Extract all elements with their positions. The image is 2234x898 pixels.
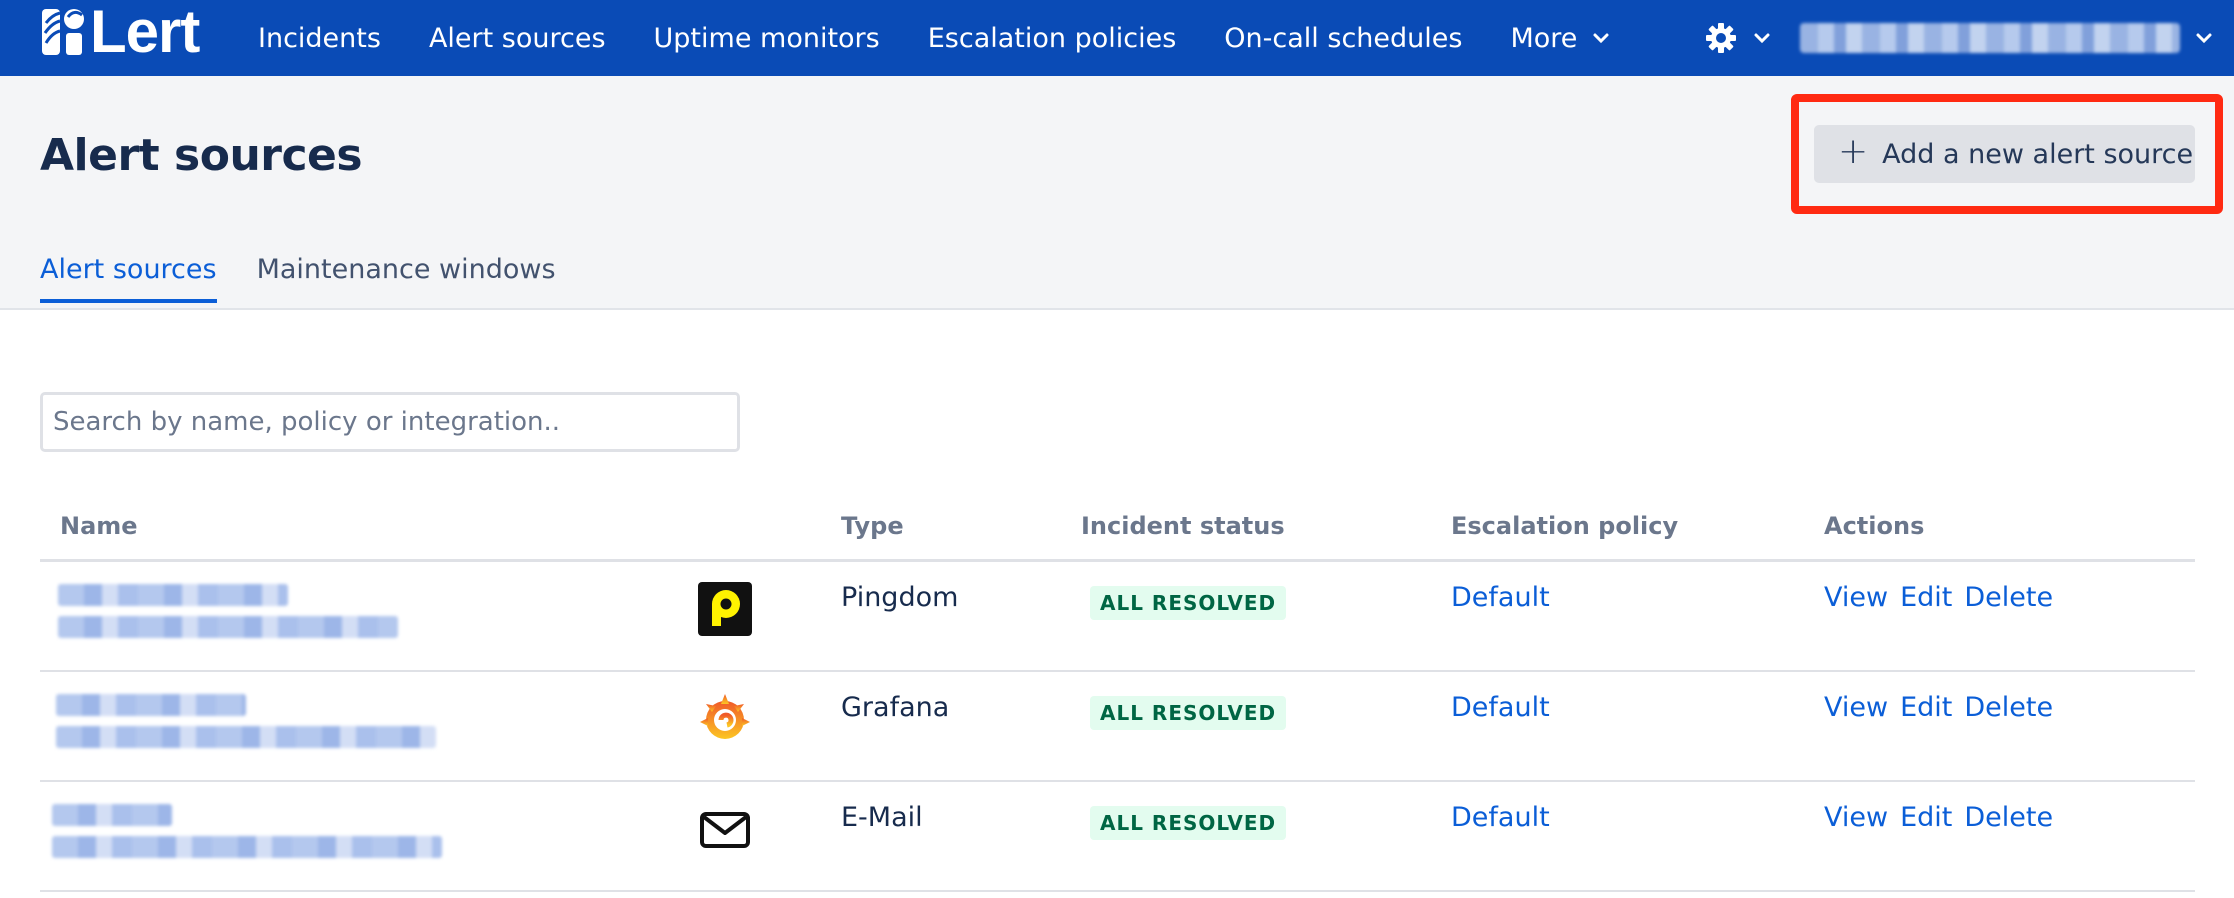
edit-link[interactable]: Edit bbox=[1900, 802, 1952, 833]
column-header-actions: Actions bbox=[1824, 512, 1925, 540]
delete-link[interactable]: Delete bbox=[1964, 802, 2053, 833]
alert-source-type: Pingdom bbox=[841, 582, 959, 613]
alert-source-name-redacted[interactable] bbox=[52, 804, 442, 868]
status-badge: ALL RESOLVED bbox=[1090, 696, 1287, 730]
alert-source-type: Grafana bbox=[841, 692, 950, 723]
nav-incidents[interactable]: Incidents bbox=[234, 23, 405, 54]
chevron-down-icon bbox=[1754, 33, 1770, 44]
view-link[interactable]: View bbox=[1824, 692, 1888, 723]
alert-sources-table: Name Type Incident status Escalation pol… bbox=[40, 500, 2195, 892]
nav-more-label: More bbox=[1510, 22, 1578, 54]
search-input[interactable] bbox=[40, 392, 740, 452]
tab-alert-sources[interactable]: Alert sources bbox=[40, 254, 217, 303]
logo-text: Lert bbox=[90, 0, 200, 65]
table-row: Pingdom ALL RESOLVED Default View Edit D… bbox=[40, 562, 2195, 672]
tab-maintenance-windows[interactable]: Maintenance windows bbox=[257, 254, 556, 303]
nav-alert-sources[interactable]: Alert sources bbox=[405, 23, 630, 54]
escalation-policy-link[interactable]: Default bbox=[1451, 692, 1550, 723]
edit-link[interactable]: Edit bbox=[1900, 692, 1952, 723]
top-navbar: Lert Incidents Alert sources Uptime moni… bbox=[0, 0, 2234, 76]
grafana-icon bbox=[700, 694, 750, 739]
row-actions: View Edit Delete bbox=[1824, 692, 2053, 723]
add-alert-source-button[interactable]: + Add a new alert source bbox=[1814, 125, 2195, 183]
escalation-policy-link[interactable]: Default bbox=[1451, 802, 1550, 833]
escalation-policy-link[interactable]: Default bbox=[1451, 582, 1550, 613]
delete-link[interactable]: Delete bbox=[1964, 582, 2053, 613]
page-header: Alert sources + Add a new alert source A… bbox=[0, 76, 2234, 310]
status-badge: ALL RESOLVED bbox=[1090, 806, 1287, 840]
ilert-logo[interactable]: Lert bbox=[40, 0, 200, 65]
table-row: Grafana ALL RESOLVED Default View Edit D… bbox=[40, 672, 2195, 782]
main-nav: Incidents Alert sources Uptime monitors … bbox=[234, 0, 1635, 76]
chevron-down-icon bbox=[1593, 33, 1609, 44]
settings-dropdown[interactable] bbox=[1704, 16, 1772, 60]
row-actions: View Edit Delete bbox=[1824, 582, 2053, 613]
pingdom-icon bbox=[698, 582, 752, 636]
page-title: Alert sources bbox=[40, 130, 363, 181]
alert-source-name-redacted[interactable] bbox=[58, 584, 398, 648]
status-badge: ALL RESOLVED bbox=[1090, 586, 1287, 620]
ilert-logo-mark bbox=[42, 9, 84, 55]
column-header-type[interactable]: Type bbox=[841, 512, 904, 540]
add-alert-source-label: Add a new alert source bbox=[1882, 138, 2194, 170]
plus-icon: + bbox=[1838, 131, 1869, 172]
tab-bar: Alert sources Maintenance windows bbox=[40, 254, 596, 303]
gear-icon bbox=[1706, 23, 1736, 53]
edit-link[interactable]: Edit bbox=[1900, 582, 1952, 613]
column-header-name[interactable]: Name bbox=[60, 512, 138, 540]
chevron-down-icon bbox=[2196, 33, 2212, 44]
nav-escalation-policies[interactable]: Escalation policies bbox=[904, 23, 1201, 54]
table-row: E-Mail ALL RESOLVED Default View Edit De… bbox=[40, 782, 2195, 892]
user-name-redacted bbox=[1800, 23, 2180, 53]
view-link[interactable]: View bbox=[1824, 582, 1888, 613]
alert-source-type: E-Mail bbox=[841, 802, 923, 833]
user-menu-dropdown[interactable] bbox=[1800, 16, 2214, 60]
column-header-escalation-policy[interactable]: Escalation policy bbox=[1451, 512, 1678, 540]
table-header: Name Type Incident status Escalation pol… bbox=[40, 500, 2195, 562]
nav-on-call-schedules[interactable]: On-call schedules bbox=[1200, 23, 1486, 54]
row-actions: View Edit Delete bbox=[1824, 802, 2053, 833]
view-link[interactable]: View bbox=[1824, 802, 1888, 833]
column-header-incident-status[interactable]: Incident status bbox=[1081, 512, 1285, 540]
alert-source-name-redacted[interactable] bbox=[56, 694, 436, 758]
delete-link[interactable]: Delete bbox=[1964, 692, 2053, 723]
nav-more-dropdown[interactable]: More bbox=[1486, 23, 1635, 54]
nav-uptime-monitors[interactable]: Uptime monitors bbox=[630, 23, 904, 54]
email-icon bbox=[700, 812, 750, 848]
